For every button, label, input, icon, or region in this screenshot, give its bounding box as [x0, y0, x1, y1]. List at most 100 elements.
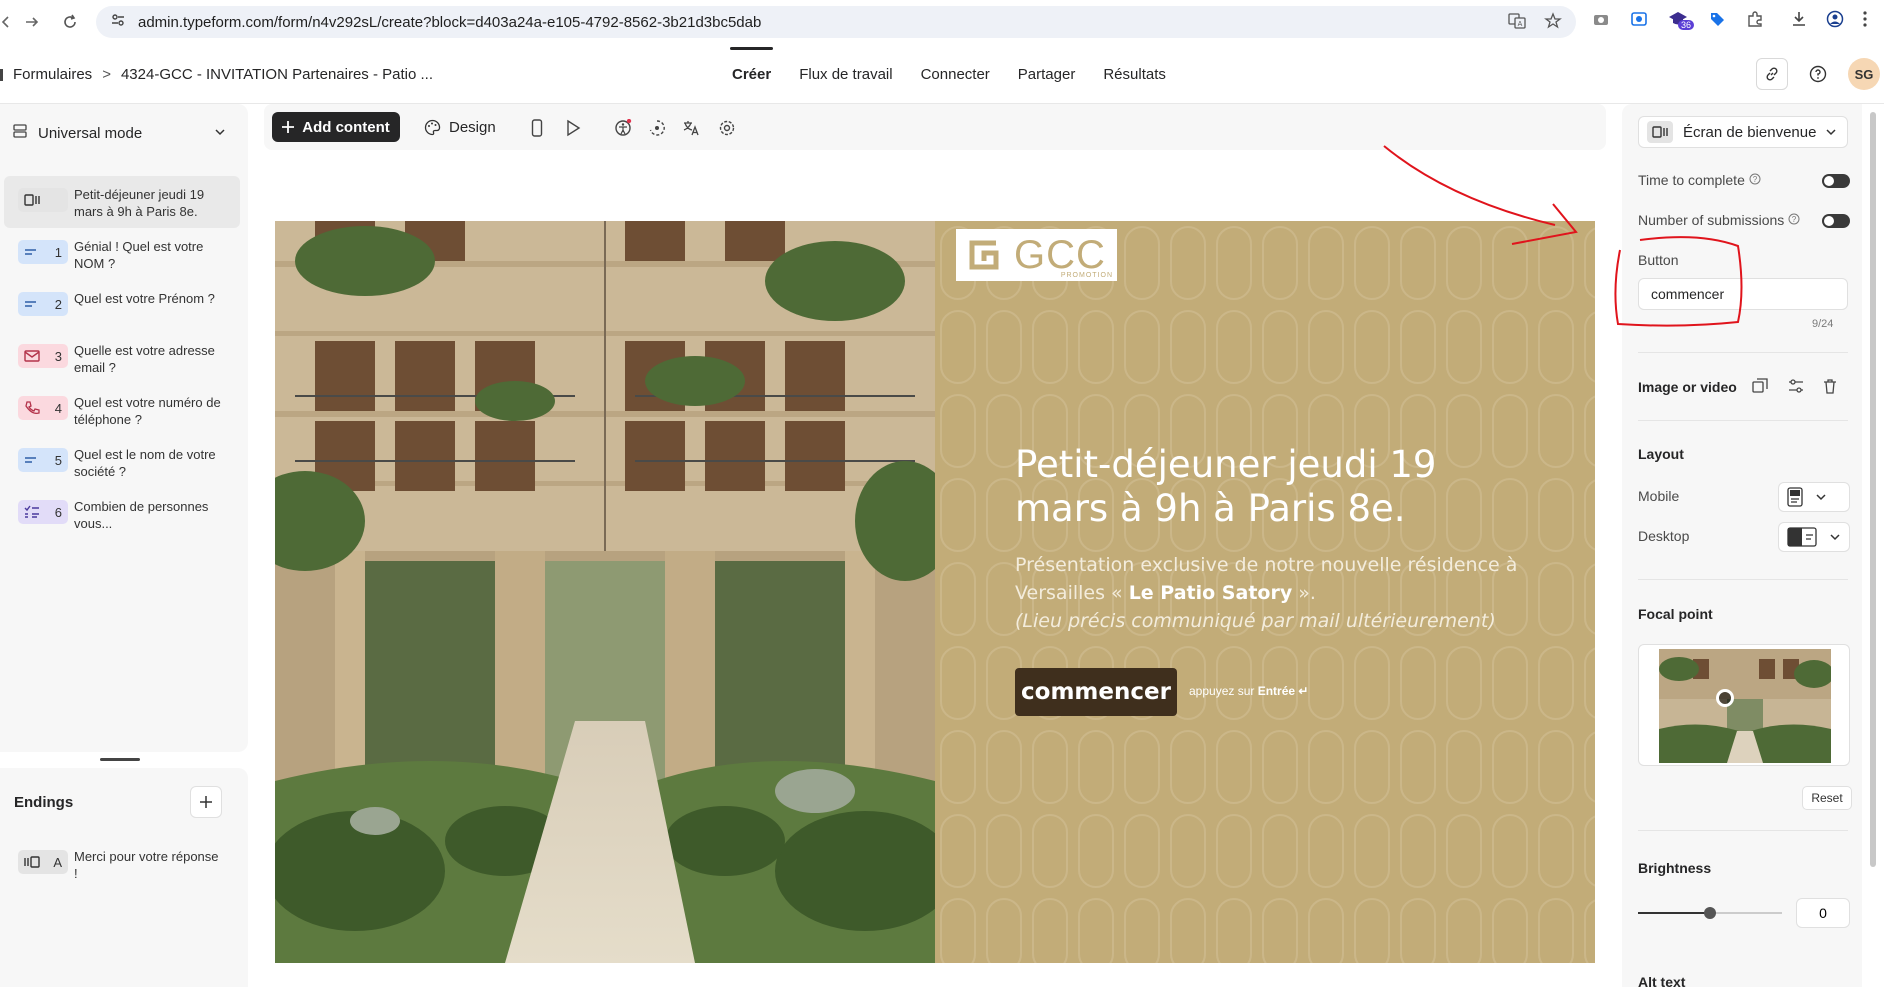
- time-to-complete-row: Time to complete ?: [1638, 172, 1761, 188]
- reset-button[interactable]: Reset: [1802, 786, 1852, 810]
- info-icon[interactable]: ?: [1788, 212, 1800, 228]
- endings-panel: Endings A Merci pour votre réponse !: [0, 768, 248, 987]
- brightness-input[interactable]: [1796, 898, 1850, 928]
- copy-link-button[interactable]: [1756, 58, 1788, 90]
- forward-icon[interactable]: [18, 8, 46, 36]
- multiple-choice-icon: [24, 505, 39, 518]
- translate-icon[interactable]: [682, 119, 700, 137]
- camera-extension-icon[interactable]: [1592, 10, 1610, 33]
- short-text-icon: [25, 457, 36, 463]
- residence-photo: [275, 221, 955, 963]
- time-to-complete-toggle[interactable]: [1822, 174, 1850, 188]
- svg-text:?: ?: [1753, 175, 1758, 184]
- number-of-submissions-toggle[interactable]: [1822, 214, 1850, 228]
- browser-menu-icon[interactable]: [1862, 10, 1868, 33]
- translate-icon[interactable]: A: [1508, 12, 1526, 35]
- question-list: Petit-déjeuner jeudi 19 mars à 9h à Pari…: [0, 176, 248, 540]
- focal-thumbnail[interactable]: [1659, 649, 1831, 763]
- alt-text-heading: Alt text: [1638, 974, 1686, 987]
- add-content-button[interactable]: Add content: [272, 112, 400, 142]
- layout-heading: Layout: [1638, 446, 1684, 462]
- header-actions: SG: [1756, 58, 1884, 90]
- logic-icon[interactable]: [648, 119, 666, 137]
- question-label: Quelle est votre adresse email ?: [74, 343, 215, 375]
- ending-badge: A: [18, 850, 68, 874]
- button-text-input[interactable]: [1638, 278, 1848, 310]
- question-badge: 6: [18, 500, 68, 524]
- mode-select[interactable]: Universal mode: [12, 118, 236, 148]
- tab-connecter[interactable]: Connecter: [907, 44, 1004, 104]
- desktop-layout-select[interactable]: [1778, 522, 1850, 552]
- accessibility-icon[interactable]: [614, 119, 632, 137]
- question-number: 3: [54, 348, 62, 364]
- question-number: 4: [54, 400, 62, 416]
- adjust-image-icon[interactable]: [1788, 378, 1804, 399]
- design-button[interactable]: Design: [424, 112, 496, 142]
- reload-icon[interactable]: [56, 8, 84, 36]
- button-field-label: Button: [1638, 252, 1678, 268]
- screen-type-select[interactable]: Écran de bienvenue: [1638, 116, 1848, 148]
- tab-creer[interactable]: Créer: [718, 44, 785, 104]
- bookmark-star-icon[interactable]: [1544, 12, 1562, 35]
- form-preview-canvas[interactable]: GCC PROMOTION Petit-déjeuner jeudi 19 ma…: [275, 221, 1595, 963]
- welcome-screen-icon: [24, 194, 40, 206]
- brightness-slider-thumb[interactable]: [1704, 907, 1716, 919]
- list-item[interactable]: 5 Quel est le nom de votre société ?: [4, 436, 240, 488]
- mobile-layout-select[interactable]: [1778, 482, 1850, 512]
- list-item[interactable]: Petit-déjeuner jeudi 19 mars à 9h à Pari…: [4, 176, 240, 228]
- address-bar[interactable]: admin.typeform.com/form/n4v292sL/create?…: [96, 6, 1576, 38]
- annotation-arrow-line: [1383, 145, 1556, 226]
- question-badge: 2: [18, 292, 68, 316]
- start-button[interactable]: commencer: [1015, 668, 1177, 716]
- mobile-layout-icon: [1787, 487, 1803, 507]
- mobile-label: Mobile: [1638, 488, 1680, 504]
- questions-sidebar: Universal mode Petit-déjeuner jeudi 19 m…: [0, 104, 248, 752]
- tab-partager[interactable]: Partager: [1004, 44, 1090, 104]
- endings-title: Endings: [14, 794, 74, 811]
- puzzle-extensions-icon[interactable]: [1746, 10, 1764, 33]
- question-number: 6: [54, 504, 62, 520]
- list-item[interactable]: 6 Combien de personnes vous...: [4, 488, 240, 540]
- breadcrumb-separator: >: [102, 66, 111, 83]
- breadcrumb-forms-link[interactable]: Formulaires: [13, 66, 92, 83]
- graduation-extension-icon[interactable]: 36: [1668, 10, 1695, 33]
- screen-type-label: Écran de bienvenue: [1683, 123, 1817, 141]
- play-icon[interactable]: [564, 119, 582, 137]
- question-label: Quel est votre numéro de téléphone ?: [74, 395, 221, 427]
- tab-flux-de-travail[interactable]: Flux de travail: [785, 44, 906, 104]
- mobile-preview-icon[interactable]: [528, 119, 546, 137]
- form-title[interactable]: 4324-GCC - INVITATION Partenaires - Pati…: [121, 66, 433, 83]
- settings-panel: Écran de bienvenue Time to complete ? Nu…: [1622, 104, 1862, 987]
- add-ending-button[interactable]: [190, 786, 222, 818]
- list-item[interactable]: 2 Quel est votre Prénom ?: [4, 280, 240, 332]
- main-tabs: Créer Flux de travail Connecter Partager…: [718, 44, 1180, 104]
- settings-gear-icon[interactable]: [718, 119, 736, 137]
- profile-icon[interactable]: [1826, 10, 1844, 33]
- brightness-slider[interactable]: [1638, 907, 1782, 919]
- site-settings-icon[interactable]: [110, 12, 126, 33]
- tag-extension-icon[interactable]: [1708, 10, 1726, 33]
- gcc-logo: GCC PROMOTION: [956, 229, 1117, 281]
- list-item[interactable]: A Merci pour votre réponse !: [4, 838, 240, 890]
- delete-image-icon[interactable]: [1822, 378, 1838, 399]
- welcome-title[interactable]: Petit-déjeuner jeudi 19 mars à 9h à Pari…: [1015, 443, 1535, 531]
- url-text[interactable]: admin.typeform.com/form/n4v292sL/create?…: [138, 14, 761, 31]
- screen-record-extension-icon[interactable]: [1630, 10, 1648, 33]
- tab-resultats[interactable]: Résultats: [1089, 44, 1180, 104]
- list-item[interactable]: 1 Génial ! Quel est votre NOM ?: [4, 228, 240, 280]
- list-item[interactable]: 3 Quelle est votre adresse email ?: [4, 332, 240, 384]
- focal-point-picker[interactable]: [1638, 644, 1850, 766]
- info-icon[interactable]: ?: [1749, 172, 1761, 188]
- replace-image-icon[interactable]: [1752, 378, 1768, 399]
- welcome-description[interactable]: Présentation exclusive de notre nouvelle…: [1015, 551, 1535, 635]
- list-item[interactable]: 4 Quel est votre numéro de téléphone ?: [4, 384, 240, 436]
- avatar[interactable]: SG: [1848, 58, 1880, 90]
- panel-resize-handle[interactable]: [100, 758, 140, 761]
- focal-point-marker[interactable]: [1716, 689, 1734, 707]
- question-label: Petit-déjeuner jeudi 19 mars à 9h à Pari…: [74, 187, 205, 219]
- settings-scrollbar[interactable]: [1870, 112, 1876, 867]
- back-icon[interactable]: [0, 8, 20, 36]
- design-label: Design: [449, 118, 496, 136]
- help-icon[interactable]: [1802, 58, 1834, 90]
- download-icon[interactable]: [1790, 10, 1808, 33]
